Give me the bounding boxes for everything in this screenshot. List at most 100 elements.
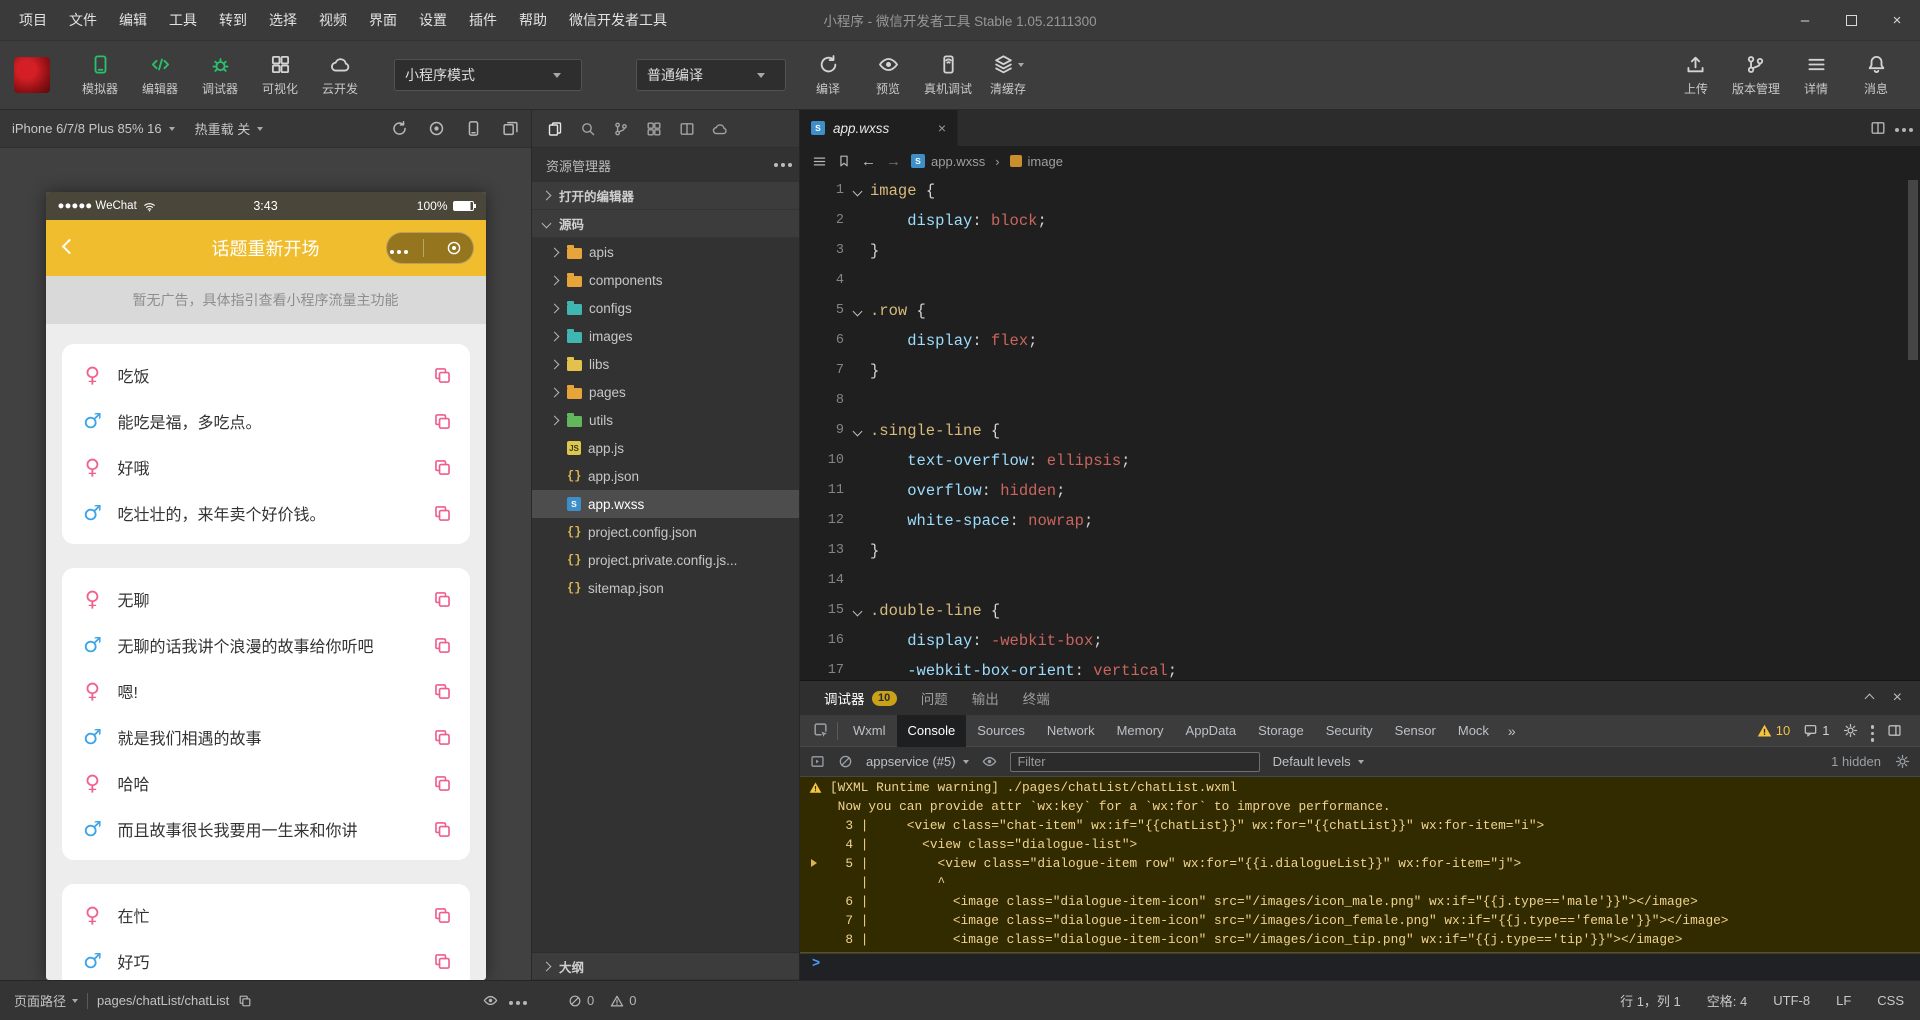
menu-微信开发者工具[interactable]: 微信开发者工具 [558,0,678,40]
outline-section[interactable]: 大纲 [532,952,799,980]
breadcrumb-file[interactable]: S app.wxss [911,154,985,169]
devtools-tab-sensor[interactable]: Sensor [1384,715,1447,747]
close-tab-icon[interactable]: × [938,120,946,136]
grid-icon[interactable] [646,121,662,137]
record-icon[interactable] [428,120,445,137]
navigate-forward-icon[interactable]: → [886,153,901,170]
tree-item-project.config.json[interactable]: {} project.config.json [532,518,799,546]
fold-chevron-icon[interactable] [844,596,870,626]
copy-icon[interactable] [433,682,452,701]
bookmark-icon[interactable] [837,154,851,168]
inspect-element-icon[interactable] [812,722,829,739]
hot-reload-select[interactable]: 热重载 关 [195,119,264,138]
toolbar-upload-button[interactable]: 上传 [1666,46,1726,104]
editor-scrollbar[interactable] [1908,180,1918,360]
account-avatar[interactable] [14,57,50,93]
copy-icon[interactable] [433,774,452,793]
dock-side-icon[interactable] [1887,723,1902,738]
devtools-tab-mock[interactable]: Mock [1447,715,1500,747]
toolbar-details-button[interactable]: 详情 [1786,46,1846,104]
copy-icon[interactable] [433,952,452,971]
tree-item-components[interactable]: components [532,266,799,294]
cloud-icon[interactable] [712,121,728,137]
tree-item-project.private.config.js...[interactable]: {} project.private.config.js... [532,546,799,574]
copy-icon[interactable] [433,504,452,523]
tree-item-configs[interactable]: configs [532,294,799,322]
tree-item-app.js[interactable]: JS app.js [532,434,799,462]
list-icon[interactable] [812,154,827,169]
menu-工具[interactable]: 工具 [158,0,208,40]
toolbar-version-button[interactable]: 版本管理 [1726,46,1786,104]
issue-counter[interactable]: 1 [1803,723,1830,738]
panel-tab-输出[interactable]: 输出 [960,681,1011,715]
source-section[interactable]: 源码 [532,210,799,238]
copy-icon[interactable] [433,728,452,747]
eol-setting[interactable]: LF [1836,993,1851,1008]
menu-设置[interactable]: 设置 [408,0,458,40]
menu-插件[interactable]: 插件 [458,0,508,40]
toolbar-compile-button[interactable]: 编译 [798,46,858,104]
editor-more-icon[interactable] [1895,119,1913,137]
devtools-tab-sources[interactable]: Sources [966,715,1036,747]
copy-icon[interactable] [433,412,452,431]
close-panel-icon[interactable]: × [1893,689,1902,707]
open-editors-section[interactable]: 打开的编辑器 [532,182,799,210]
tree-item-apis[interactable]: apis [532,238,799,266]
menu-文件[interactable]: 文件 [58,0,108,40]
toolbar-debugger-button[interactable]: 调试器 [190,46,250,104]
copy-icon[interactable] [433,590,452,609]
toolbar-remote-debug-button[interactable]: 真机调试 [918,46,978,104]
exit-button[interactable] [446,240,462,256]
copy-icon[interactable] [433,458,452,477]
more-tabs-icon[interactable]: » [1500,723,1524,739]
console-prompt[interactable]: > [800,953,1920,975]
breadcrumb-symbol[interactable]: image [1009,154,1063,169]
menu-转到[interactable]: 转到 [208,0,258,40]
tree-item-pages[interactable]: pages [532,378,799,406]
statusbar-problems[interactable]: 0 0 [532,993,800,1008]
back-button[interactable] [61,238,77,257]
clear-console-icon[interactable] [838,754,853,769]
device-select[interactable]: iPhone 6/7/8 Plus 85% 16 [12,121,175,136]
tab-app-wxss[interactable]: S app.wxss × [800,110,958,146]
copy-icon[interactable] [433,820,452,839]
console-output[interactable]: [WXML Runtime warning] ./pages/chatList/… [800,777,1920,980]
copy-icon[interactable] [433,906,452,925]
menu-编辑[interactable]: 编辑 [108,0,158,40]
live-expression-icon[interactable] [982,754,997,769]
menu-视频[interactable]: 视频 [308,0,358,40]
panel-tab-终端[interactable]: 终端 [1011,681,1062,715]
fold-chevron-icon[interactable] [844,176,870,206]
code-editor[interactable]: 1 image {2 display: block; 3} 4 5 .row {6 dis… [800,176,1920,680]
menu-项目[interactable]: 项目 [8,0,58,40]
log-levels-select[interactable]: Default levels [1273,754,1364,769]
console-sidebar-icon[interactable] [810,754,825,769]
toolbar-message-button[interactable]: 消息 [1846,46,1906,104]
devtools-tab-network[interactable]: Network [1036,715,1106,747]
console-settings-icon[interactable] [1895,754,1910,769]
fold-chevron-icon[interactable] [844,296,870,326]
tree-item-app.wxss[interactable]: Sapp.wxss [532,490,799,518]
devtools-tab-security[interactable]: Security [1315,715,1384,747]
devtools-tab-appdata[interactable]: AppData [1175,715,1248,747]
toolbar-clear-cache-button[interactable]: 清缓存 [978,46,1038,104]
warning-counter[interactable]: 10 [1757,723,1790,738]
tree-item-images[interactable]: images [532,322,799,350]
cursor-position[interactable]: 行 1，列 1 [1620,991,1681,1010]
copy-icon[interactable] [433,636,452,655]
tree-item-app.json[interactable]: {} app.json [532,462,799,490]
multi-device-icon[interactable] [502,120,519,137]
language-mode[interactable]: CSS [1877,993,1904,1008]
execution-context-select[interactable]: appservice (#5) [866,754,969,769]
expand-panel-icon[interactable] [1864,689,1875,707]
toolbar-simulator-button[interactable]: 模拟器 [70,46,130,104]
menu-选择[interactable]: 选择 [258,0,308,40]
devtools-kebab-icon[interactable] [1870,723,1874,741]
mode-select[interactable]: 小程序模式 [394,59,582,91]
tree-item-utils[interactable]: utils [532,406,799,434]
branch-icon[interactable] [613,121,629,137]
toolbar-editor-button[interactable]: 编辑器 [130,46,190,104]
tree-item-libs[interactable]: libs [532,350,799,378]
copy-icon[interactable] [433,366,452,385]
split-editor-icon[interactable] [1870,120,1886,136]
